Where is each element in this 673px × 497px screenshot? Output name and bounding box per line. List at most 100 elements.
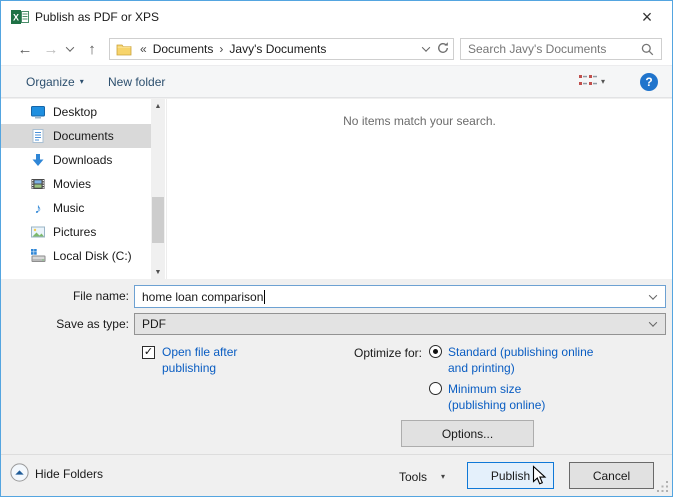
sidebar-scrollbar[interactable]: ▲ ▼ (151, 99, 165, 279)
search-input[interactable] (461, 42, 641, 56)
sidebar-item-label: Desktop (53, 105, 98, 119)
sidebar-item-label: Local Disk (C:) (53, 249, 132, 263)
recent-locations-button[interactable] (63, 33, 77, 65)
new-folder-button[interactable]: New folder (108, 66, 165, 97)
caret-down-icon: ▾ (601, 76, 606, 86)
organize-button[interactable]: Organize ▾ (26, 66, 84, 97)
refresh-button[interactable] (433, 38, 454, 60)
desktop-icon (30, 104, 46, 120)
forward-button[interactable]: → (39, 33, 63, 65)
title-bar: X Publish as PDF or XPS × (1, 1, 672, 33)
breadcrumb-item-javys-documents[interactable]: Javy's Documents (229, 42, 326, 56)
sidebar-item-movies[interactable]: Movies (1, 172, 151, 196)
breadcrumb-separator-icon: › (219, 42, 224, 56)
content-area: Desktop Documents Downloads Movies ♪ Mus… (1, 99, 672, 279)
scroll-up-button[interactable]: ▲ (151, 99, 165, 113)
navigation-bar: ← → ↑ « Documents › Javy's Documents (1, 33, 672, 65)
sidebar-item-label: Pictures (53, 225, 97, 239)
chevron-down-icon[interactable] (648, 291, 658, 300)
caret-down-icon: ▾ (79, 76, 84, 86)
resize-grip[interactable] (656, 480, 669, 496)
cancel-button[interactable]: Cancel (569, 462, 654, 489)
file-list[interactable]: No items match your search. (166, 99, 672, 279)
close-button[interactable]: × (630, 1, 664, 33)
sidebar-item-music[interactable]: ♪ Music (1, 196, 151, 220)
optimize-minimum-size-radio[interactable] (429, 382, 442, 395)
scroll-up-icon: ▲ (154, 102, 162, 110)
excel-icon: X (11, 9, 29, 25)
options-button[interactable]: Options... (401, 420, 534, 447)
radio-dot (433, 349, 438, 354)
form-area: File name: home loan comparison Save as … (1, 279, 672, 454)
help-icon: ? (645, 75, 653, 89)
music-icon: ♪ (34, 200, 42, 216)
sidebar-item-label: Downloads (53, 153, 113, 167)
organize-label: Organize (26, 74, 75, 89)
publish-button-label: Publish (490, 468, 531, 483)
check-icon: ✓ (143, 346, 154, 358)
views-icon (579, 74, 597, 90)
optimize-for-label: Optimize for: (353, 346, 422, 360)
up-icon: ↑ (88, 40, 96, 58)
hide-folders-label: Hide Folders (35, 467, 104, 481)
scrollbar-thumb[interactable] (152, 197, 164, 243)
search-icon[interactable] (641, 43, 661, 56)
back-button[interactable]: ← (13, 33, 37, 65)
chevron-down-icon (648, 318, 658, 327)
save-as-type-label: Save as type: (56, 317, 129, 331)
open-file-after-publishing-label[interactable]: Open file after publishing (162, 344, 262, 376)
save-as-type-select[interactable]: PDF (134, 313, 666, 335)
new-folder-label: New folder (108, 74, 166, 89)
options-button-label: Options... (441, 426, 494, 441)
tools-dropdown-button[interactable]: Tools ▾ (399, 455, 446, 496)
views-button[interactable]: ▾ (579, 66, 605, 97)
empty-search-message: No items match your search. (343, 114, 496, 128)
file-name-label: File name: (72, 289, 129, 303)
documents-icon (30, 128, 46, 144)
sidebar-item-desktop[interactable]: Desktop (1, 100, 151, 124)
sidebar-item-local-disk-c[interactable]: Local Disk (C:) (1, 244, 151, 268)
folder-icon (116, 42, 132, 56)
breadcrumb-collapsed-icon[interactable]: « (134, 42, 153, 56)
footer-bar: Hide Folders Tools ▾ Publish Cancel (1, 454, 672, 496)
file-name-input[interactable]: home loan comparison (134, 285, 666, 308)
optimize-minimum-size-label[interactable]: Minimum size (publishing online) (448, 381, 580, 413)
breadcrumb-item-documents[interactable]: Documents (153, 42, 214, 56)
caret-down-icon: ▾ (441, 472, 446, 481)
close-icon: × (641, 6, 653, 27)
chevron-down-icon (65, 43, 75, 52)
forward-icon: → (43, 40, 59, 58)
scroll-down-icon: ▼ (154, 268, 162, 276)
sidebar-item-pictures[interactable]: Pictures (1, 220, 151, 244)
publish-dialog-window: X Publish as PDF or XPS × ← → ↑ « Docume… (0, 0, 673, 497)
sidebar-item-documents[interactable]: Documents (1, 124, 151, 148)
open-file-after-publishing-checkbox[interactable]: ✓ (142, 346, 155, 359)
help-button[interactable]: ? (640, 73, 658, 91)
file-name-value: home loan comparison (142, 289, 264, 304)
navigation-pane: Desktop Documents Downloads Movies ♪ Mus… (1, 99, 151, 279)
optimize-standard-label[interactable]: Standard (publishing online and printing… (448, 344, 600, 376)
movies-icon (30, 176, 46, 192)
cancel-button-label: Cancel (592, 468, 631, 483)
back-icon: ← (17, 40, 33, 58)
sidebar-item-label: Documents (53, 129, 114, 143)
scroll-down-button[interactable]: ▼ (151, 265, 165, 279)
pictures-icon (30, 224, 46, 240)
hide-folders-icon (10, 463, 29, 485)
optimize-standard-radio[interactable] (429, 345, 442, 358)
window-title: Publish as PDF or XPS (35, 10, 160, 24)
address-dropdown-icon[interactable] (421, 43, 431, 52)
sidebar-item-label: Music (53, 201, 85, 215)
sidebar-item-label: Movies (53, 177, 92, 191)
hide-folders-button[interactable]: Hide Folders (10, 463, 103, 485)
command-toolbar: Organize ▾ New folder ▾ ? (1, 65, 672, 98)
text-caret (264, 289, 266, 304)
mouse-cursor-icon (532, 465, 548, 490)
tools-label: Tools (399, 470, 428, 484)
svg-text:X: X (13, 13, 19, 23)
downloads-icon (30, 152, 46, 168)
breadcrumb[interactable]: « Documents › Javy's Documents (109, 38, 434, 60)
save-as-type-value: PDF (142, 317, 166, 331)
sidebar-item-downloads[interactable]: Downloads (1, 148, 151, 172)
up-button[interactable]: ↑ (80, 33, 104, 65)
